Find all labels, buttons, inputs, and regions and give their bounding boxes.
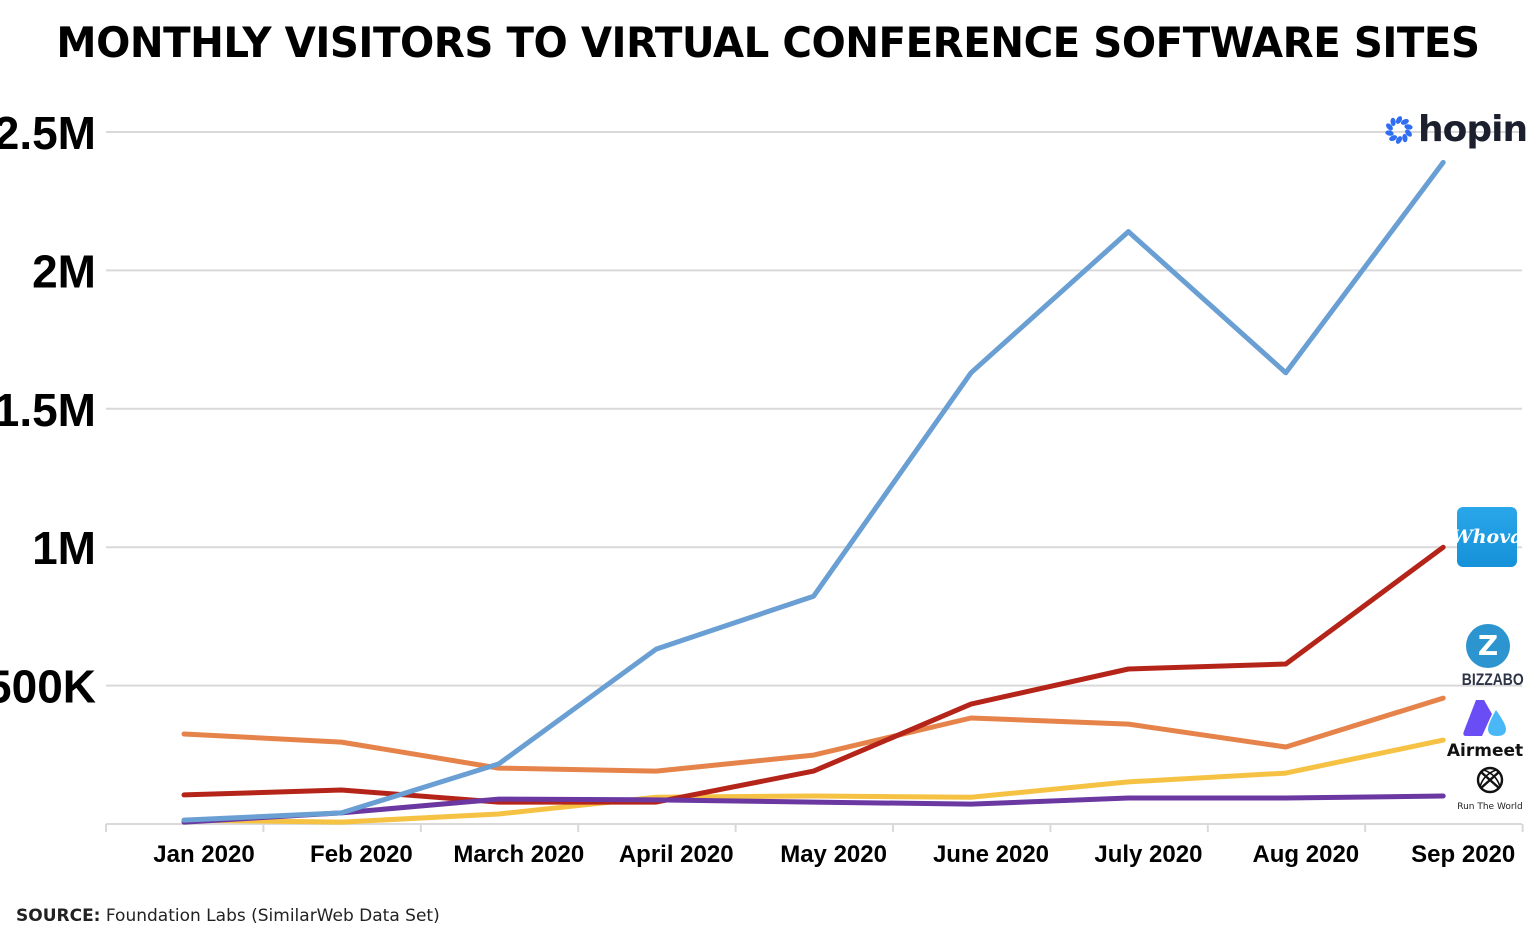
whova-logo: Whova xyxy=(1451,507,1523,567)
airmeet-logo: Airmeet xyxy=(1444,698,1526,761)
x-tick-label: June 2020 xyxy=(933,841,1049,868)
bizzabo-logo-text: BIZZABO xyxy=(1461,670,1524,689)
hopin-logo: hopin xyxy=(1384,109,1528,150)
x-tick-label: Aug 2020 xyxy=(1252,841,1359,868)
bizzabo-logo: Z BIZZABO xyxy=(1456,624,1524,690)
x-tick-label: Jan 2020 xyxy=(153,841,254,868)
hopin-swirl-icon xyxy=(1385,116,1413,144)
series-line-whova xyxy=(181,544,1446,805)
hopin-logo-text: hopin xyxy=(1418,109,1528,150)
y-tick-label: 1M xyxy=(32,522,96,574)
series-lines xyxy=(181,159,1446,825)
globe-icon xyxy=(1476,766,1504,794)
x-axis-ticks: Jan 2020 Feb 2020 March 2020 April 2020 May … xyxy=(153,841,1515,868)
x-tick-label: March 2020 xyxy=(453,841,584,868)
line-chart: 500K 1M 1.5M 2M 2.5M Jan 2020 Feb 2020 March 2… xyxy=(0,107,1524,868)
source-note: SOURCE: Foundation Labs (SimilarWeb Data… xyxy=(16,906,440,926)
x-axis xyxy=(105,823,1524,832)
series-line-hopin xyxy=(181,159,1446,823)
y-tick-label: 1.5M xyxy=(0,384,96,436)
x-tick-label: Feb 2020 xyxy=(310,841,413,868)
series-line-bizzabo xyxy=(181,695,1446,774)
runtheworld-logo-text: Run The World xyxy=(1457,802,1523,812)
source-label: SOURCE: xyxy=(16,906,101,926)
y-tick-label: 500K xyxy=(0,661,96,713)
whova-logo-text: Whova xyxy=(1451,526,1523,548)
x-tick-label: July 2020 xyxy=(1094,841,1202,868)
y-tick-label: 2M xyxy=(32,245,96,297)
source-text: Foundation Labs (SimilarWeb Data Set) xyxy=(100,906,440,926)
y-axis-ticks: 500K 1M 1.5M 2M 2.5M xyxy=(0,107,96,713)
gridlines xyxy=(106,131,1522,687)
runtheworld-logo: Run The World xyxy=(1448,765,1532,812)
bizzabo-z-icon: Z xyxy=(1466,624,1510,668)
y-tick-label: 2.5M xyxy=(0,107,96,159)
x-tick-label: Sep 2020 xyxy=(1411,841,1515,868)
airmeet-logo-text: Airmeet xyxy=(1446,741,1524,761)
x-tick-label: May 2020 xyxy=(780,841,887,868)
airmeet-icon xyxy=(1463,700,1506,736)
x-tick-label: April 2020 xyxy=(619,841,734,868)
